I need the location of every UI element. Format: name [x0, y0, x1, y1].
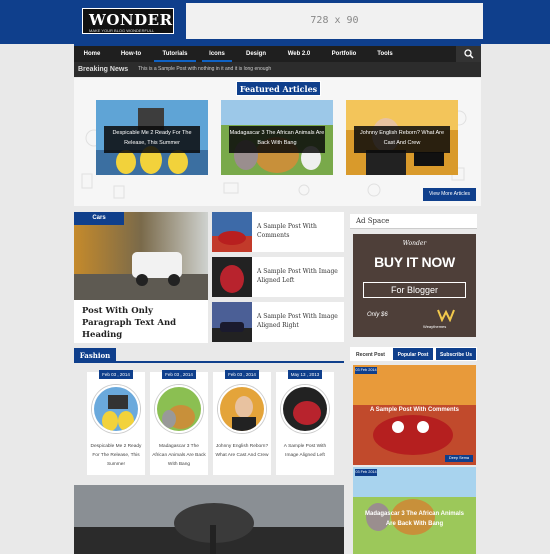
side-post[interactable]: A Sample Post With Image Aligned Right — [212, 302, 344, 342]
nav-item-tutorials[interactable]: Tutorials — [154, 46, 196, 62]
tab-recent-post[interactable]: Recent Post — [350, 347, 391, 361]
header-ad-placeholder[interactable]: 728 x 90 — [186, 3, 483, 39]
header-bar: WONDER MAKE YOUR BLOG WONDERFULL 728 x 9… — [0, 0, 550, 44]
sidebar-post-label: Deep Sema — [445, 455, 473, 462]
fashion-card-date: Feb 03 , 2014 — [99, 370, 133, 379]
featured-articles-title: Featured Articles — [236, 81, 321, 96]
nav-item-how-to[interactable]: How-to — [114, 46, 148, 62]
cars-main-title[interactable]: Post With Only Paragraph Text And Headin… — [82, 305, 202, 341]
breaking-news-bar: Breaking News This is a Sample Post with… — [74, 62, 481, 77]
nav-item-web-2[interactable]: Web 2.0 — [280, 46, 318, 62]
featured-caption: Madagascar 3 The African Animals Are Bac… — [229, 126, 325, 153]
fashion-card[interactable]: Feb 03 , 2014 Johnny English Reborn? Wha… — [213, 370, 271, 475]
fashion-card-date: Feb 03 , 2014 — [225, 370, 259, 379]
fashion-card-title: Madagascar 3 The African Animals Are Bac… — [152, 444, 206, 467]
cars-main-post[interactable]: Cars Post With Only Paragraph Text And H… — [74, 212, 208, 343]
ad-space-title: Ad Space — [356, 217, 390, 225]
sidebar-post-image — [353, 365, 476, 465]
site-logo[interactable]: WONDER MAKE YOUR BLOG WONDERFULL — [82, 8, 174, 34]
nav-item-portfolio[interactable]: Portfolio — [324, 46, 364, 62]
fashion-card-image — [218, 385, 266, 433]
sidebar-post-date: 03 Feb 2014 — [355, 469, 377, 476]
sidebar-post[interactable]: 03 Feb 2014 A Sample Post With Comments … — [353, 365, 476, 465]
bottom-post-image[interactable] — [74, 485, 344, 554]
featured-caption: Despicable Me 2 Ready For The Release, T… — [104, 126, 200, 153]
nav-search-button[interactable] — [456, 46, 481, 62]
sidebar-ad-banner[interactable]: Wonder BUY IT NOW For Blogger Only $6 We… — [353, 234, 476, 337]
side-post-title: A Sample Post With Image Aligned Right — [257, 313, 338, 329]
fashion-card[interactable]: Feb 03 , 2014 Madagascar 3 The African A… — [150, 370, 208, 475]
sidebar-post[interactable]: 03 Feb 2014 Madagascar 3 The African Ani… — [353, 467, 476, 554]
side-post[interactable]: A Sample Post With Image Aligned Left — [212, 257, 344, 297]
fashion-section-header: Fashion — [74, 348, 344, 363]
search-icon — [464, 49, 474, 59]
sidebar-post-date: 03 Feb 2014 — [355, 367, 377, 374]
fashion-card-image — [281, 385, 329, 433]
ad-banner-price: Only $6 — [367, 312, 388, 318]
side-post-title: A Sample Post With Image Aligned Left — [257, 268, 338, 284]
cars-main-image — [74, 212, 208, 300]
sidebar-tabs: Recent Post Popular Post Subscribe Us — [350, 347, 477, 361]
fashion-card-title: Despicable Me 2 Ready For The Release, T… — [90, 444, 142, 467]
featured-card[interactable]: Madagascar 3 The African Animals Are Bac… — [221, 100, 333, 175]
breaking-news-ticker[interactable]: This is a Sample Post with nothing in it… — [138, 62, 271, 77]
fashion-card-title: Johnny English Reborn? What Are Cast And… — [215, 444, 269, 458]
fashion-card-title: A Sample Post With Image Aligned Left — [283, 444, 327, 458]
category-tab-cars[interactable]: Cars — [74, 212, 124, 225]
side-post-thumbnail — [212, 302, 252, 342]
side-post-title: A Sample Post With Comments — [257, 223, 317, 239]
breaking-news-label: Breaking News — [78, 66, 129, 73]
ad-banner-brand: Weaythemes — [423, 324, 447, 329]
main-nav: Home How-to Tutorials Icons Design Web 2… — [74, 44, 481, 62]
tab-subscribe-us[interactable]: Subscribe Us — [435, 347, 477, 361]
fashion-card-image — [155, 385, 203, 433]
side-post-thumbnail — [212, 212, 252, 252]
sidebar-post-caption: A Sample Post With Comments — [369, 407, 460, 413]
fashion-card-image — [92, 385, 140, 433]
ad-banner-headline: BUY IT NOW — [374, 254, 455, 270]
fashion-card-date: Feb 03 , 2014 — [162, 370, 196, 379]
featured-card[interactable]: Johnny English Reborn? What Are Cast And… — [346, 100, 458, 175]
side-post[interactable]: A Sample Post With Comments — [212, 212, 344, 252]
sidebar-post-caption: Madagascar 3 The African Animals Are Bac… — [365, 511, 464, 527]
brand-logo-icon — [437, 309, 455, 322]
logo-title: WONDER — [89, 11, 173, 29]
tab-popular-post[interactable]: Popular Post — [392, 347, 434, 361]
fashion-card-date: May 13 , 2013 — [288, 370, 322, 379]
logo-tagline: MAKE YOUR BLOG WONDERFULL — [89, 28, 155, 33]
fashion-card[interactable]: Feb 03 , 2014 Despicable Me 2 Ready For … — [87, 370, 145, 475]
nav-item-home[interactable]: Home — [78, 46, 106, 62]
view-more-articles-button[interactable]: View More Articles — [423, 188, 476, 201]
category-tab-fashion[interactable]: Fashion — [74, 348, 116, 363]
ad-space-header: Ad Space — [350, 214, 477, 229]
featured-card[interactable]: Despicable Me 2 Ready For The Release, T… — [96, 100, 208, 175]
nav-item-icons[interactable]: Icons — [202, 46, 232, 62]
side-post-thumbnail — [212, 257, 252, 297]
ad-banner-button: For Blogger — [363, 282, 466, 298]
nav-item-design[interactable]: Design — [238, 46, 274, 62]
featured-caption: Johnny English Reborn? What Are Cast And… — [354, 126, 450, 153]
fashion-card[interactable]: May 13 , 2013 A Sample Post With Image A… — [276, 370, 334, 475]
ad-banner-top: Wonder — [402, 240, 427, 247]
nav-item-tools[interactable]: Tools — [370, 46, 400, 62]
